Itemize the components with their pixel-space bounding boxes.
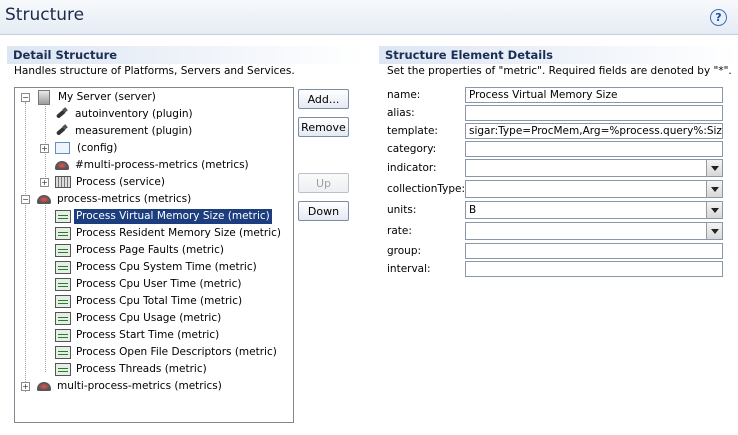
- rate-label: rate:: [387, 225, 412, 237]
- interval-label: interval:: [387, 263, 431, 275]
- expand-toggle[interactable]: +: [40, 178, 49, 187]
- metrics-icon: [36, 379, 52, 393]
- tree-node-metrics[interactable]: process-metrics (metrics): [36, 191, 193, 207]
- metric-icon: [55, 311, 71, 325]
- metric-icon: [55, 277, 71, 291]
- metric-icon: [55, 226, 71, 240]
- add-button[interactable]: Add...: [298, 89, 349, 109]
- plugin-icon: [54, 124, 70, 138]
- tree-node-service[interactable]: Process (service): [54, 174, 167, 190]
- metric-icon: [55, 243, 71, 257]
- template-field[interactable]: sigar:Type=ProcMem,Arg=%process.query%:S…: [465, 123, 723, 139]
- tree-node-metric[interactable]: Process Cpu User Time (metric): [54, 276, 243, 292]
- page-header: Structure ?: [0, 0, 738, 35]
- tree-line: [25, 102, 26, 392]
- metric-icon: [55, 260, 71, 274]
- chevron-down-icon[interactable]: [706, 160, 722, 176]
- units-value: B: [469, 204, 477, 216]
- tree-node-metric[interactable]: Process Resident Memory Size (metric): [54, 225, 283, 241]
- element-details-header: Structure Element Details: [379, 46, 738, 64]
- tree-node-metric[interactable]: Process Threads (metric): [54, 361, 209, 377]
- tree-node-plugin[interactable]: autoinventory (plugin): [54, 106, 195, 122]
- collection-type-label: collectionType:: [387, 183, 466, 195]
- tree-node-metric[interactable]: Process Page Faults (metric): [54, 242, 226, 258]
- collection-type-select[interactable]: [465, 180, 723, 198]
- server-icon: [38, 89, 50, 105]
- name-label: name:: [387, 89, 421, 101]
- remove-button[interactable]: Remove: [298, 117, 349, 137]
- metrics-icon: [54, 158, 70, 172]
- category-label: category:: [387, 143, 437, 155]
- tree-node-metric[interactable]: Process Cpu System Time (metric): [54, 259, 259, 275]
- group-label: group:: [387, 245, 422, 257]
- chevron-down-icon[interactable]: [706, 223, 722, 239]
- name-field[interactable]: Process Virtual Memory Size: [465, 87, 723, 103]
- tree-node-metric[interactable]: Process Open File Descriptors (metric): [54, 344, 279, 360]
- metric-icon: [55, 362, 71, 376]
- config-icon: [55, 142, 70, 154]
- service-icon: [55, 176, 71, 188]
- page-title: Structure: [5, 5, 85, 25]
- detail-structure-title: Detail Structure: [13, 48, 118, 62]
- metrics-icon: [36, 192, 52, 206]
- metric-icon: [55, 328, 71, 342]
- indicator-label: indicator:: [387, 162, 437, 174]
- expand-toggle[interactable]: +: [40, 144, 49, 153]
- tree-node-config[interactable]: (config): [54, 140, 119, 156]
- tree-line: [45, 205, 46, 372]
- metric-icon: [55, 345, 71, 359]
- expand-toggle[interactable]: +: [21, 382, 30, 391]
- rate-select[interactable]: [465, 222, 723, 240]
- category-field[interactable]: [465, 141, 723, 157]
- collapse-toggle[interactable]: −: [21, 195, 30, 204]
- detail-structure-description: Handles structure of Platforms, Servers …: [14, 65, 295, 77]
- detail-structure-header: Detail Structure: [7, 46, 363, 64]
- units-select[interactable]: B: [465, 201, 723, 219]
- plugin-icon: [54, 107, 70, 121]
- metric-icon: [55, 294, 71, 308]
- alias-field[interactable]: [465, 105, 723, 121]
- tree-node-metric[interactable]: Process Virtual Memory Size (metric): [54, 207, 273, 225]
- units-label: units:: [387, 204, 417, 216]
- metric-icon: [55, 209, 71, 223]
- alias-label: alias:: [387, 107, 415, 119]
- template-label: template:: [387, 125, 438, 137]
- chevron-down-icon[interactable]: [706, 181, 722, 197]
- interval-field[interactable]: [465, 261, 723, 277]
- chevron-down-icon[interactable]: [706, 202, 722, 218]
- tree-node-metric[interactable]: Process Cpu Usage (metric): [54, 310, 223, 326]
- tree-node-metrics[interactable]: multi-process-metrics (metrics): [36, 378, 224, 394]
- element-details-description: Set the properties of "metric". Required…: [387, 65, 732, 77]
- tree-node-plugin[interactable]: measurement (plugin): [54, 123, 194, 139]
- group-field[interactable]: [465, 243, 723, 259]
- tree-node-metric[interactable]: Process Start Time (metric): [54, 327, 221, 343]
- element-details-title: Structure Element Details: [385, 48, 554, 62]
- help-icon[interactable]: ?: [710, 9, 727, 26]
- up-button[interactable]: Up: [298, 173, 349, 193]
- tree-node-metrics[interactable]: #multi-process-metrics (metrics): [54, 157, 251, 173]
- indicator-select[interactable]: [465, 159, 723, 177]
- collapse-toggle[interactable]: −: [21, 93, 30, 102]
- structure-tree[interactable]: − My Server (server) autoinventory (plug…: [14, 87, 294, 423]
- tree-node-metric[interactable]: Process Cpu Total Time (metric): [54, 293, 244, 309]
- down-button[interactable]: Down: [298, 201, 349, 221]
- tree-node-server[interactable]: My Server (server): [36, 89, 158, 105]
